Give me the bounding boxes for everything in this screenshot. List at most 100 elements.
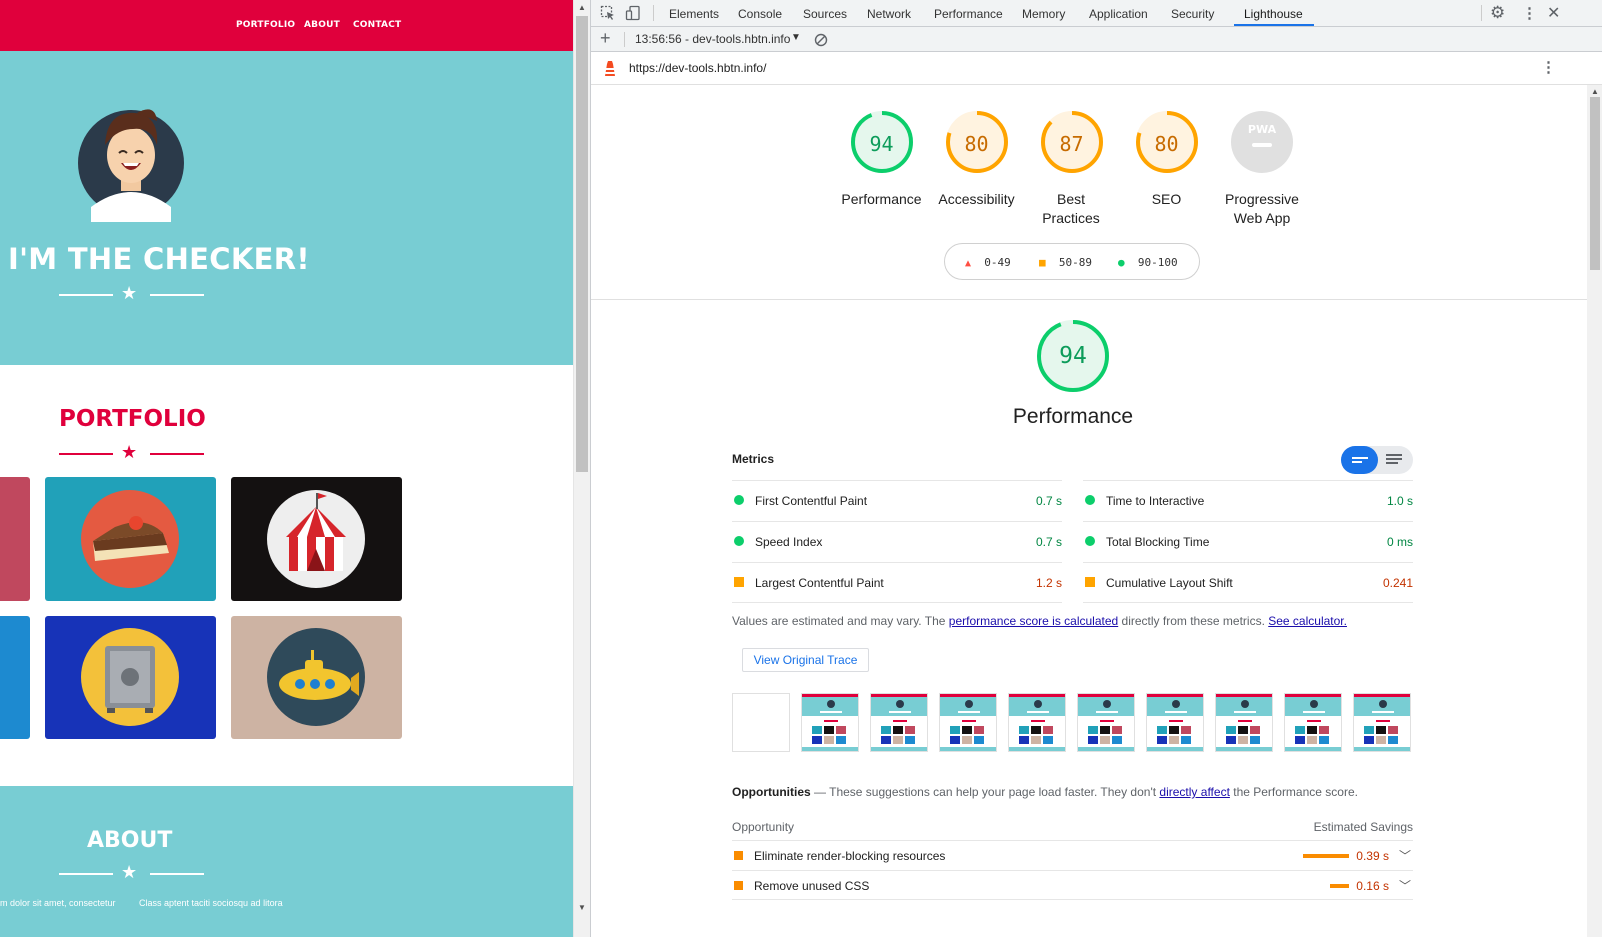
gauge-accessibility-label: Accessibility xyxy=(938,191,1015,207)
report-menu-icon[interactable]: ⋮ xyxy=(1541,58,1556,76)
report-url[interactable]: https://dev-tools.hbtn.info/ xyxy=(629,61,766,75)
devtools-tab-bar: Elements Console Sources Network Perform… xyxy=(591,0,1602,27)
average-square-icon xyxy=(734,577,744,587)
savings-bar xyxy=(1330,884,1349,888)
savings-bar xyxy=(1303,854,1349,858)
report-url-bar: https://dev-tools.hbtn.info/ ⋮ xyxy=(591,52,1602,85)
opportunity-savings: 0.39 s xyxy=(1356,849,1389,863)
metric-name: Time to Interactive xyxy=(1106,494,1205,508)
scroll-up-icon[interactable]: ▲ xyxy=(578,3,586,12)
portfolio-tile-cake[interactable] xyxy=(45,477,216,601)
scroll-up-icon[interactable]: ▲ xyxy=(1591,87,1599,96)
tab-application[interactable]: Application xyxy=(1089,7,1148,21)
metric-speed-index: Speed Index 0.7 s xyxy=(732,521,1062,562)
nav-portfolio-link[interactable]: PORTFOLIO xyxy=(236,20,295,30)
about-text-left: m dolor sit amet, consectetur xyxy=(0,898,116,908)
device-toolbar-icon[interactable] xyxy=(625,5,641,21)
portfolio-tile-partial[interactable] xyxy=(0,477,30,601)
clear-reports-icon[interactable] xyxy=(814,33,828,47)
metric-name: First Contentful Paint xyxy=(755,494,868,508)
gauge-best-practices-score: 87 xyxy=(1059,132,1084,156)
lighthouse-toolbar: + 13:56:56 - dev-tools.hbtn.info ▼ xyxy=(591,27,1602,52)
tab-console[interactable]: Console xyxy=(738,7,782,21)
savings-column-header: Estimated Savings xyxy=(1313,820,1413,834)
see-calculator-link[interactable]: See calculator. xyxy=(1268,614,1347,628)
more-options-icon[interactable]: ⋮ xyxy=(1522,4,1537,22)
nav-about-link[interactable]: ABOUT xyxy=(304,20,340,30)
hero-title: I'M THE CHECKER! xyxy=(8,242,310,276)
triangle-icon: ▲ xyxy=(965,258,972,269)
page-thumbnail-icon xyxy=(1216,694,1272,751)
opportunity-row-unused-css[interactable]: Remove unused CSS 0.16 s ﹀ xyxy=(732,870,1413,900)
filmstrip-frame xyxy=(939,693,997,752)
portfolio-tile-circus[interactable] xyxy=(231,477,402,601)
chevron-down-icon[interactable]: ﹀ xyxy=(1399,847,1411,864)
site-navbar: PORTFOLIO ABOUT CONTACT xyxy=(0,0,573,51)
portfolio-tile-submarine[interactable] xyxy=(231,616,402,739)
tab-memory[interactable]: Memory xyxy=(1022,7,1065,21)
compact-view-icon[interactable] xyxy=(1352,455,1368,465)
cake-icon xyxy=(81,490,179,588)
opportunity-column-header: Opportunity xyxy=(732,820,795,834)
page-scrollbar[interactable]: ▲ ▼ xyxy=(573,0,590,937)
opportunity-name: Eliminate render-blocking resources xyxy=(754,849,946,863)
tab-elements[interactable]: Elements xyxy=(669,7,719,21)
submarine-icon xyxy=(267,628,365,726)
tab-lighthouse[interactable]: Lighthouse xyxy=(1244,7,1303,21)
tab-network[interactable]: Network xyxy=(867,7,911,21)
circle-icon: ● xyxy=(1118,256,1125,269)
inspect-element-icon[interactable] xyxy=(600,5,616,21)
portfolio-tile-safe[interactable] xyxy=(45,616,216,739)
metric-value: 0.241 xyxy=(1382,576,1413,590)
filmstrip-frame xyxy=(1008,693,1066,752)
filmstrip-frame xyxy=(801,693,859,752)
scroll-down-icon[interactable]: ▼ xyxy=(578,903,586,912)
nav-contact-link[interactable]: CONTACT xyxy=(353,20,401,30)
page-thumbnail-icon xyxy=(802,694,858,751)
star-icon: ★ xyxy=(121,283,138,303)
pass-circle-icon xyxy=(1085,495,1095,505)
report-scrollbar[interactable]: ▲ xyxy=(1587,85,1602,937)
gauge-pwa[interactable]: PWA Progressive Web App xyxy=(1214,110,1309,228)
gauge-seo[interactable]: 80 SEO xyxy=(1119,110,1214,209)
report-select[interactable]: 13:56:56 - dev-tools.hbtn.info xyxy=(635,32,790,46)
chevron-down-icon[interactable]: ﹀ xyxy=(1399,877,1411,894)
directly-affect-link[interactable]: directly affect xyxy=(1159,785,1229,799)
metric-value: 0.7 s xyxy=(1035,535,1062,549)
dropdown-arrow-icon[interactable]: ▼ xyxy=(791,32,801,43)
gauge-best-practices[interactable]: 87 Best Practices xyxy=(1024,110,1119,228)
gauge-performance-label: Performance xyxy=(841,191,922,207)
close-devtools-icon[interactable]: ✕ xyxy=(1547,3,1560,23)
score-legend: ▲ 0-49 ■ 50-89 ● 90-100 xyxy=(944,243,1200,280)
tab-sources[interactable]: Sources xyxy=(803,7,847,21)
portfolio-tile-partial-2[interactable] xyxy=(0,616,30,739)
view-original-trace-button[interactable]: View Original Trace xyxy=(742,648,869,672)
filmstrip-frame xyxy=(1215,693,1273,752)
opportunity-row-render-blocking[interactable]: Eliminate render-blocking resources 0.39… xyxy=(732,840,1413,870)
screen: PORTFOLIO ABOUT CONTACT I'M THE CHECKER!… xyxy=(0,0,1602,937)
page-scrollbar-thumb[interactable] xyxy=(576,16,588,472)
report-scrollbar-thumb[interactable] xyxy=(1590,97,1600,270)
score-calculated-link[interactable]: performance score is calculated xyxy=(949,614,1118,628)
opportunity-savings: 0.16 s xyxy=(1356,879,1389,893)
gauge-performance[interactable]: 94 Performance xyxy=(834,110,929,209)
metric-value: 0 ms xyxy=(1386,535,1413,549)
portfolio-title: PORTFOLIO xyxy=(59,406,206,432)
about-section xyxy=(0,786,573,937)
new-report-plus-icon[interactable]: + xyxy=(600,28,611,49)
metric-first-contentful-paint: First Contentful Paint 0.7 s xyxy=(732,480,1062,521)
metric-name: Largest Contentful Paint xyxy=(755,576,884,590)
tab-performance[interactable]: Performance xyxy=(934,7,1003,21)
tab-security[interactable]: Security xyxy=(1171,7,1214,21)
gauge-seo-score: 80 xyxy=(1154,132,1179,156)
legend-fail: ▲ 0-49 xyxy=(965,256,1011,269)
average-square-icon xyxy=(734,881,743,890)
pass-circle-icon xyxy=(1085,536,1095,546)
metrics-view-toggle[interactable] xyxy=(1341,446,1413,474)
settings-gear-icon[interactable]: ⚙ xyxy=(1490,3,1505,23)
expanded-view-icon[interactable] xyxy=(1386,454,1402,466)
filmstrip-frame xyxy=(1077,693,1135,752)
metric-time-to-interactive: Time to Interactive 1.0 s xyxy=(1083,480,1413,521)
gauge-seo-label: SEO xyxy=(1151,191,1182,207)
gauge-accessibility[interactable]: 80 Accessibility xyxy=(929,110,1024,209)
